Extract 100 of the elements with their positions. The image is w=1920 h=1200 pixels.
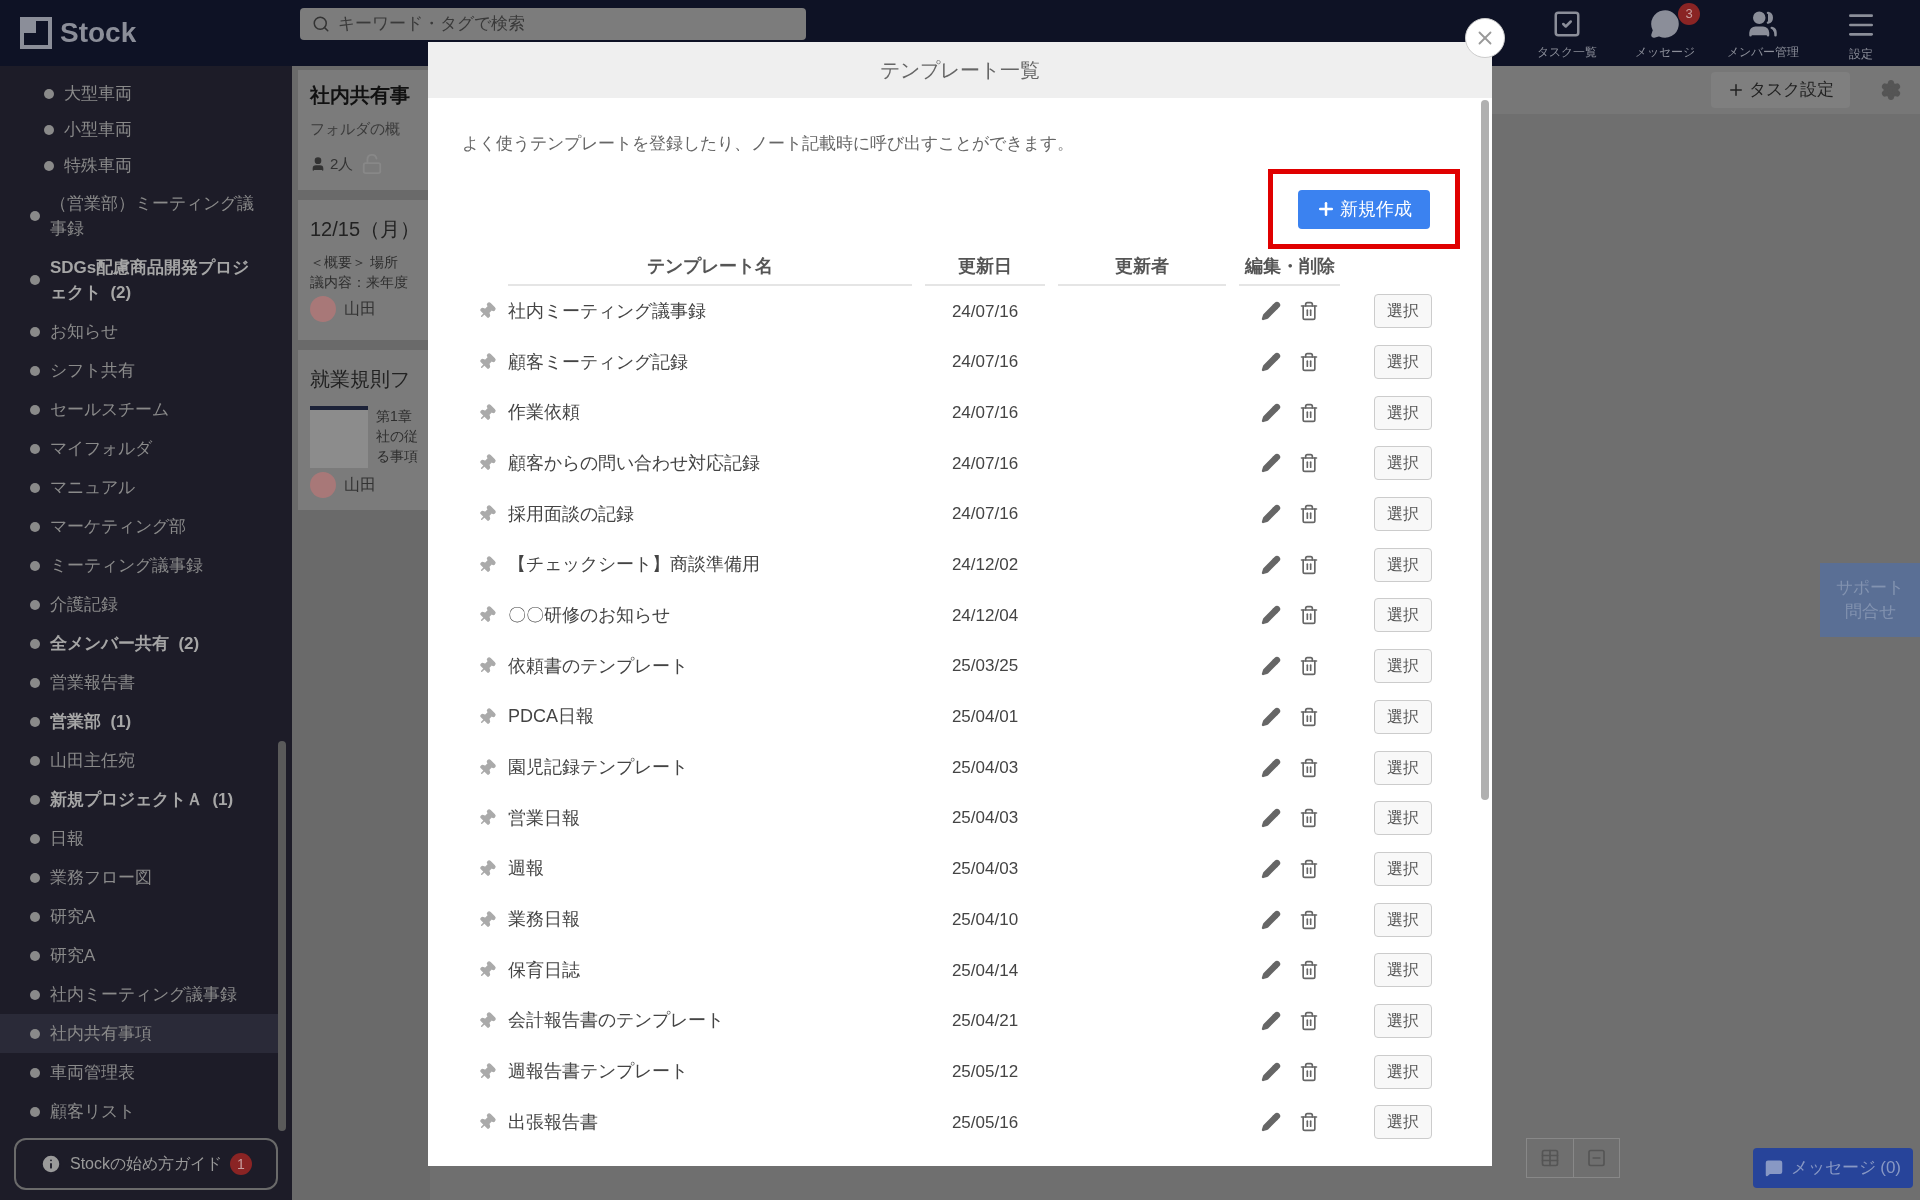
sidebar-item[interactable]: 大型車両 <box>0 76 292 112</box>
sidebar-item[interactable]: （営業部）ミーティング議事録 <box>0 184 282 248</box>
select-button[interactable]: 選択 <box>1374 547 1432 582</box>
edit-icon[interactable] <box>1260 504 1281 525</box>
sidebar-item[interactable]: ミーティング議事録 <box>0 546 282 585</box>
edit-icon[interactable] <box>1260 858 1281 879</box>
edit-icon[interactable] <box>1260 605 1281 626</box>
select-button[interactable]: 選択 <box>1374 1054 1432 1089</box>
delete-icon[interactable] <box>1298 706 1319 727</box>
edit-icon[interactable] <box>1260 352 1281 373</box>
edit-icon[interactable] <box>1260 960 1281 981</box>
edit-icon[interactable] <box>1260 1061 1281 1082</box>
edit-icon[interactable] <box>1260 453 1281 474</box>
note-card[interactable]: 就業規則フ 第1章 社の従 る事項 山田 <box>298 350 430 510</box>
plus-icon <box>1727 81 1745 99</box>
delete-icon[interactable] <box>1298 1112 1319 1133</box>
sidebar-item[interactable]: マニュアル <box>0 468 282 507</box>
select-button[interactable]: 選択 <box>1374 851 1432 886</box>
sidebar-item[interactable]: 小型車両 <box>0 112 292 148</box>
delete-icon[interactable] <box>1298 960 1319 981</box>
sidebar-item[interactable]: セールスチーム <box>0 390 282 429</box>
select-button[interactable]: 選択 <box>1374 294 1432 329</box>
logo-icon <box>20 17 52 49</box>
edit-icon[interactable] <box>1260 656 1281 677</box>
sidebar-item[interactable]: 特殊車両 <box>0 148 292 184</box>
sidebar-item[interactable]: 営業部 (1) <box>0 702 282 741</box>
sidebar-item[interactable]: 新規プロジェクトＡ (1) <box>0 780 282 819</box>
delete-icon[interactable] <box>1298 402 1319 423</box>
edit-icon[interactable] <box>1260 808 1281 829</box>
select-button[interactable]: 選択 <box>1374 750 1432 785</box>
select-button[interactable]: 選択 <box>1374 446 1432 481</box>
task-settings-button[interactable]: タスク設定 <box>1711 72 1850 108</box>
sidebar-item[interactable]: 顧客リスト <box>0 1092 282 1131</box>
sidebar-item[interactable]: マーケティング部 <box>0 507 282 546</box>
sidebar-item[interactable]: 研究A <box>0 897 282 936</box>
delete-icon[interactable] <box>1298 909 1319 930</box>
nav-button[interactable]: タスク一覧 <box>1518 9 1616 61</box>
new-template-button[interactable]: 新規作成 <box>1298 189 1430 229</box>
delete-icon[interactable] <box>1298 605 1319 626</box>
nav-button[interactable]: 設定 <box>1812 9 1910 63</box>
edit-icon[interactable] <box>1260 1112 1281 1133</box>
sidebar-item[interactable]: SDGs配慮商品開発プロジェクト (2) <box>0 248 282 312</box>
delete-icon[interactable] <box>1298 301 1319 322</box>
sidebar-item[interactable]: 社内ミーティング議事録 <box>0 975 282 1014</box>
sidebar-item[interactable]: 車両管理表 <box>0 1053 282 1092</box>
select-button[interactable]: 選択 <box>1374 699 1432 734</box>
delete-icon[interactable] <box>1298 757 1319 778</box>
delete-icon[interactable] <box>1298 453 1319 474</box>
edit-icon[interactable] <box>1260 757 1281 778</box>
select-button[interactable]: 選択 <box>1374 1105 1432 1140</box>
select-button[interactable]: 選択 <box>1374 497 1432 532</box>
select-button[interactable]: 選択 <box>1374 902 1432 937</box>
select-button[interactable]: 選択 <box>1374 345 1432 380</box>
edit-icon[interactable] <box>1260 402 1281 423</box>
delete-icon[interactable] <box>1298 808 1319 829</box>
sidebar-item[interactable]: 業務フロー図 <box>0 858 282 897</box>
updated-date: 24/07/16 <box>950 503 1020 526</box>
select-button[interactable]: 選択 <box>1374 953 1432 988</box>
delete-icon[interactable] <box>1298 352 1319 373</box>
edit-icon[interactable] <box>1260 301 1281 322</box>
bullet-icon <box>30 716 40 727</box>
select-button[interactable]: 選択 <box>1374 649 1432 684</box>
select-button[interactable]: 選択 <box>1374 801 1432 836</box>
message-button[interactable]: メッセージ (0) <box>1752 1148 1913 1188</box>
sidebar-item[interactable]: 介護記録 <box>0 585 282 624</box>
delete-icon[interactable] <box>1298 858 1319 879</box>
scrollbar-thumb[interactable] <box>1481 100 1489 800</box>
edit-icon[interactable] <box>1260 706 1281 727</box>
search-field[interactable]: キーワード・タグで検索 <box>300 8 806 40</box>
sidebar-item[interactable]: シフト共有 <box>0 351 282 390</box>
sidebar-item[interactable]: 山田主任宛 <box>0 741 282 780</box>
updated-date: 24/07/16 <box>950 351 1020 374</box>
edit-icon[interactable] <box>1260 909 1281 930</box>
sidebar-item[interactable]: マイフォルダ <box>0 429 282 468</box>
nav-button[interactable]: メンバー管理 <box>1714 9 1812 61</box>
scrollbar-thumb[interactable] <box>278 741 286 1131</box>
delete-icon[interactable] <box>1298 504 1319 525</box>
folder-card[interactable]: 社内共有事 フォルダの概 2人 <box>298 70 430 190</box>
note-excerpt: ＜概要＞ 場所 <box>310 253 399 272</box>
template-name: 営業日報 <box>508 806 581 830</box>
guide-button[interactable]: Stockの始め方ガイド 1 <box>14 1138 278 1190</box>
delete-icon[interactable] <box>1298 1010 1319 1031</box>
delete-icon[interactable] <box>1298 554 1319 575</box>
column-header: 編集・削除 <box>1239 253 1340 286</box>
sidebar-item[interactable]: 営業報告書 <box>0 663 282 702</box>
template-name: 業務日報 <box>508 908 581 932</box>
select-button[interactable]: 選択 <box>1374 598 1432 633</box>
delete-icon[interactable] <box>1298 656 1319 677</box>
edit-icon[interactable] <box>1260 554 1281 575</box>
select-button[interactable]: 選択 <box>1374 1003 1432 1038</box>
sidebar-item[interactable]: 研究A <box>0 936 282 975</box>
note-card[interactable]: 12/15（月） ＜概要＞ 場所 議内容：来年度 山田 <box>298 200 430 340</box>
delete-icon[interactable] <box>1298 1061 1319 1082</box>
template-name: 園児記録テンプレート <box>508 756 689 780</box>
sidebar-item[interactable]: 日報 <box>0 819 282 858</box>
sidebar-item[interactable]: 全メンバー共有 (2) <box>0 624 282 663</box>
person-icon <box>310 155 326 172</box>
select-button[interactable]: 選択 <box>1374 395 1432 430</box>
sidebar-item[interactable]: お知らせ <box>0 312 282 351</box>
edit-icon[interactable] <box>1260 1010 1281 1031</box>
